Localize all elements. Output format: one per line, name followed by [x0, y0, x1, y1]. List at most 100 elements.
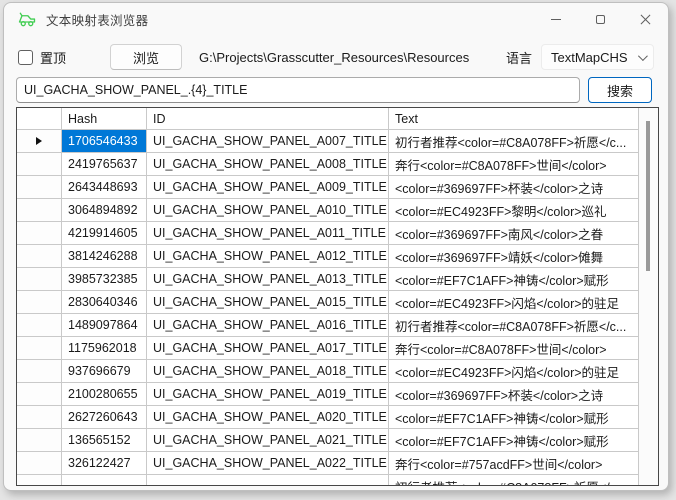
hash-cell[interactable]: 2627260643: [62, 406, 147, 429]
text-cell[interactable]: <color=#369697FF>杯装</color>之诗: [389, 176, 639, 199]
row-header-cell[interactable]: [17, 314, 62, 337]
pin-checkbox[interactable]: [18, 50, 33, 65]
row-header-cell[interactable]: [17, 176, 62, 199]
table-row[interactable]: 937696679 UI_GACHA_SHOW_PANEL_A018_TITLE…: [17, 360, 639, 383]
row-header-cell[interactable]: [17, 245, 62, 268]
text-cell[interactable]: 初行者推荐<color=#C8A078FF>祈愿</c...: [389, 475, 639, 486]
hash-cell[interactable]: 3064894892: [62, 199, 147, 222]
close-icon: [640, 14, 651, 25]
id-cell[interactable]: UI_GACHA_SHOW_PANEL_A019_TITLE: [147, 383, 389, 406]
id-cell[interactable]: UI_GACHA_SHOW_PANEL_A007_TITLE: [147, 130, 389, 153]
table-row[interactable]: 初行者推荐<color=#C8A078FF>祈愿</c...: [17, 475, 639, 486]
id-cell[interactable]: [147, 475, 389, 486]
id-cell[interactable]: UI_GACHA_SHOW_PANEL_A016_TITLE: [147, 314, 389, 337]
id-cell[interactable]: UI_GACHA_SHOW_PANEL_A013_TITLE: [147, 268, 389, 291]
hash-cell[interactable]: 1489097864: [62, 314, 147, 337]
table-row[interactable]: 4219914605 UI_GACHA_SHOW_PANEL_A011_TITL…: [17, 222, 639, 245]
scrollbar-thumb[interactable]: [646, 121, 650, 271]
row-header-cell[interactable]: [17, 429, 62, 452]
search-button[interactable]: 搜索: [588, 77, 652, 103]
table-row[interactable]: 136565152 UI_GACHA_SHOW_PANEL_A021_TITLE…: [17, 429, 639, 452]
row-header-cell[interactable]: [17, 268, 62, 291]
hash-cell[interactable]: 3814246288: [62, 245, 147, 268]
column-header-id[interactable]: ID: [147, 108, 389, 130]
table-row[interactable]: 2100280655 UI_GACHA_SHOW_PANEL_A019_TITL…: [17, 383, 639, 406]
column-header-hash[interactable]: Hash: [62, 108, 147, 130]
table-row[interactable]: 2830640346 UI_GACHA_SHOW_PANEL_A015_TITL…: [17, 291, 639, 314]
hash-cell[interactable]: 2100280655: [62, 383, 147, 406]
row-header-cell[interactable]: [17, 360, 62, 383]
row-header-cell[interactable]: [17, 291, 62, 314]
minimize-button[interactable]: [533, 3, 578, 36]
browse-button[interactable]: 浏览: [110, 44, 182, 70]
hash-cell[interactable]: 2830640346: [62, 291, 147, 314]
maximize-icon: [596, 15, 605, 24]
table-row[interactable]: 326122427 UI_GACHA_SHOW_PANEL_A022_TITLE…: [17, 452, 639, 475]
text-cell[interactable]: <color=#EC4923FF>闪焰</color>的驻足: [389, 291, 639, 314]
row-header-cell[interactable]: [17, 337, 62, 360]
hash-cell[interactable]: 1706546433: [62, 130, 147, 153]
text-cell[interactable]: <color=#369697FF>南风</color>之眷: [389, 222, 639, 245]
text-cell[interactable]: <color=#EF7C1AFF>神铸</color>赋形: [389, 406, 639, 429]
hash-cell[interactable]: 937696679: [62, 360, 147, 383]
id-cell[interactable]: UI_GACHA_SHOW_PANEL_A009_TITLE: [147, 176, 389, 199]
id-cell[interactable]: UI_GACHA_SHOW_PANEL_A020_TITLE: [147, 406, 389, 429]
close-button[interactable]: [623, 3, 668, 36]
pin-checkbox-label: 置顶: [40, 48, 66, 67]
id-cell[interactable]: UI_GACHA_SHOW_PANEL_A010_TITLE: [147, 199, 389, 222]
row-header-cell[interactable]: [17, 199, 62, 222]
search-input[interactable]: [16, 77, 580, 103]
id-cell[interactable]: UI_GACHA_SHOW_PANEL_A018_TITLE: [147, 360, 389, 383]
text-cell[interactable]: 初行者推荐<color=#C8A078FF>祈愿</c...: [389, 130, 639, 153]
table-row[interactable]: 1175962018 UI_GACHA_SHOW_PANEL_A017_TITL…: [17, 337, 639, 360]
hash-cell[interactable]: [62, 475, 147, 486]
text-cell[interactable]: <color=#369697FF>靖妖</color>傩舞: [389, 245, 639, 268]
language-select[interactable]: TextMapCHS: [541, 44, 654, 70]
language-select-value: TextMapCHS: [551, 50, 628, 65]
table-body: 1706546433 UI_GACHA_SHOW_PANEL_A007_TITL…: [17, 130, 639, 486]
maximize-button[interactable]: [578, 3, 623, 36]
text-cell[interactable]: <color=#369697FF>杯装</color>之诗: [389, 383, 639, 406]
text-cell[interactable]: 奔行<color=#C8A078FF>世间</color>: [389, 153, 639, 176]
text-cell[interactable]: 奔行<color=#757acdFF>世间</color>: [389, 452, 639, 475]
hash-cell[interactable]: 136565152: [62, 429, 147, 452]
text-cell[interactable]: <color=#EC4923FF>黎明</color>巡礼: [389, 199, 639, 222]
table-row[interactable]: 3064894892 UI_GACHA_SHOW_PANEL_A010_TITL…: [17, 199, 639, 222]
row-header-cell[interactable]: [17, 383, 62, 406]
column-header-text[interactable]: Text: [389, 108, 639, 130]
table-row[interactable]: 3814246288 UI_GACHA_SHOW_PANEL_A012_TITL…: [17, 245, 639, 268]
hash-cell[interactable]: 326122427: [62, 452, 147, 475]
id-cell[interactable]: UI_GACHA_SHOW_PANEL_A017_TITLE: [147, 337, 389, 360]
id-cell[interactable]: UI_GACHA_SHOW_PANEL_A015_TITLE: [147, 291, 389, 314]
hash-cell[interactable]: 2643448693: [62, 176, 147, 199]
text-cell[interactable]: 奔行<color=#C8A078FF>世间</color>: [389, 337, 639, 360]
table-row[interactable]: 3985732385 UI_GACHA_SHOW_PANEL_A013_TITL…: [17, 268, 639, 291]
id-cell[interactable]: UI_GACHA_SHOW_PANEL_A011_TITLE: [147, 222, 389, 245]
row-header-cell[interactable]: [17, 406, 62, 429]
row-header-cell[interactable]: [17, 452, 62, 475]
text-cell[interactable]: <color=#EF7C1AFF>神铸</color>赋形: [389, 429, 639, 452]
id-cell[interactable]: UI_GACHA_SHOW_PANEL_A008_TITLE: [147, 153, 389, 176]
row-header-cell[interactable]: [17, 475, 62, 486]
id-cell[interactable]: UI_GACHA_SHOW_PANEL_A012_TITLE: [147, 245, 389, 268]
row-header-cell[interactable]: [17, 222, 62, 245]
hash-cell[interactable]: 4219914605: [62, 222, 147, 245]
grasscutter-logo-icon: [17, 11, 37, 28]
hash-cell[interactable]: 2419765637: [62, 153, 147, 176]
id-cell[interactable]: UI_GACHA_SHOW_PANEL_A022_TITLE: [147, 452, 389, 475]
table-row[interactable]: 2627260643 UI_GACHA_SHOW_PANEL_A020_TITL…: [17, 406, 639, 429]
row-header-column: [17, 108, 62, 130]
hash-cell[interactable]: 3985732385: [62, 268, 147, 291]
text-cell[interactable]: 初行者推荐<color=#C8A078FF>祈愿</c...: [389, 314, 639, 337]
table-row[interactable]: 1489097864 UI_GACHA_SHOW_PANEL_A016_TITL…: [17, 314, 639, 337]
table-row[interactable]: 2419765637 UI_GACHA_SHOW_PANEL_A008_TITL…: [17, 153, 639, 176]
row-header-cell[interactable]: [17, 130, 62, 153]
table-row[interactable]: 1706546433 UI_GACHA_SHOW_PANEL_A007_TITL…: [17, 130, 639, 153]
hash-cell[interactable]: 1175962018: [62, 337, 147, 360]
vertical-scrollbar[interactable]: [639, 108, 658, 485]
id-cell[interactable]: UI_GACHA_SHOW_PANEL_A021_TITLE: [147, 429, 389, 452]
table-row[interactable]: 2643448693 UI_GACHA_SHOW_PANEL_A009_TITL…: [17, 176, 639, 199]
text-cell[interactable]: <color=#EC4923FF>闪焰</color>的驻足: [389, 360, 639, 383]
text-cell[interactable]: <color=#EF7C1AFF>神铸</color>赋形: [389, 268, 639, 291]
row-header-cell[interactable]: [17, 153, 62, 176]
